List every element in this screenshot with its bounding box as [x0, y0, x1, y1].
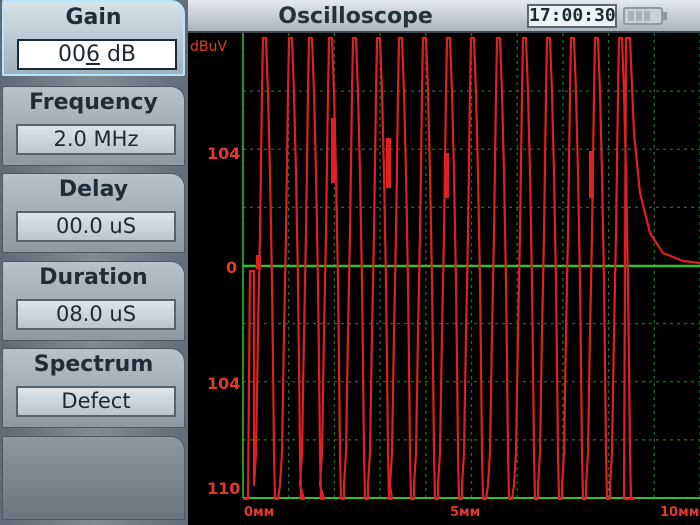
y-tick-label: 110: [207, 479, 241, 498]
gain-label: Gain: [65, 5, 122, 30]
gate-marker: [256, 255, 261, 269]
y-tick-label: 0: [226, 258, 238, 277]
screen-title: Oscilloscope: [278, 4, 433, 29]
spectrum-value[interactable]: Defect: [16, 386, 176, 417]
frequency-control[interactable]: Frequency 2.0 MHz: [2, 86, 185, 166]
empty-control-slot: [2, 436, 185, 520]
spectrum-label: Spectrum: [33, 352, 154, 377]
control-panel: Gain 006 dB Frequency 2.0 MHz Delay 00.0…: [0, 0, 188, 525]
gain-value-field[interactable]: 006 dB: [17, 39, 177, 70]
ultrasonic-flaw-detector-screen: Gain 006 dB Frequency 2.0 MHz Delay 00.0…: [0, 0, 700, 525]
duration-control[interactable]: Duration 08.0 uS: [2, 261, 185, 341]
x-tick-label: 0мм: [244, 505, 275, 520]
header-bar: Oscilloscope 17:00:30: [188, 0, 700, 33]
spectrum-control[interactable]: Spectrum Defect: [2, 348, 185, 428]
frequency-label: Frequency: [29, 90, 158, 115]
oscilloscope-plot: [188, 33, 700, 525]
oscilloscope-display[interactable]: dBuV 104 0 104 110 0мм 5мм 10мм: [188, 33, 700, 525]
clock: 17:00:30: [527, 4, 617, 28]
y-tick-label: 104: [207, 144, 241, 163]
gate-marker: [444, 153, 449, 198]
gate-marker: [386, 138, 391, 188]
battery-icon: [623, 7, 667, 25]
gate-marker: [589, 151, 594, 198]
delay-label: Delay: [58, 177, 129, 202]
frequency-value[interactable]: 2.0 MHz: [16, 124, 176, 155]
y-tick-label: 104: [207, 374, 241, 393]
x-tick-label: 10мм: [660, 505, 700, 520]
y-unit-label: dBuV: [190, 39, 227, 55]
duration-value[interactable]: 08.0 uS: [16, 299, 176, 330]
duration-label: Duration: [39, 265, 148, 290]
gain-control[interactable]: Gain 006 dB: [2, 0, 185, 76]
delay-value[interactable]: 00.0 uS: [16, 211, 176, 242]
delay-control[interactable]: Delay 00.0 uS: [2, 173, 185, 253]
x-tick-label: 5мм: [450, 505, 481, 520]
gate-marker: [331, 118, 336, 183]
